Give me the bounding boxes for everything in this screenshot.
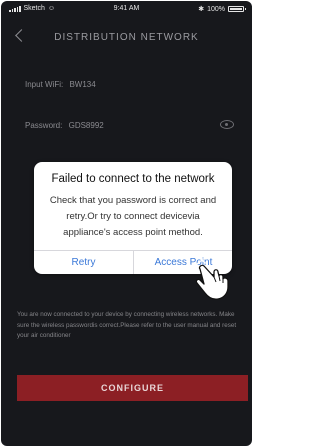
- wifi-value[interactable]: BW134: [69, 80, 95, 89]
- info-text: You are now connected to your device by …: [17, 311, 237, 339]
- eye-icon[interactable]: [220, 120, 234, 129]
- nav-bar: DISTRIBUTION NETWORK: [1, 27, 252, 49]
- status-right: ✱ 100%: [198, 5, 246, 13]
- configure-button[interactable]: CONFIGURE: [17, 375, 248, 401]
- page-title: DISTRIBUTION NETWORK: [54, 32, 199, 43]
- phone-screen: Sketch ☺ 9:41 AM ✱ 100% DISTRIBUTION NET…: [1, 1, 252, 446]
- retry-button[interactable]: Retry: [34, 251, 133, 274]
- dialog-title: Failed to connect to the network: [51, 173, 215, 185]
- wifi-field[interactable]: Input WiFi: BW134: [25, 80, 236, 96]
- password-field[interactable]: Password: GDS8992: [25, 120, 236, 137]
- battery-icon: [228, 6, 246, 12]
- password-value[interactable]: GDS8992: [69, 121, 104, 130]
- battery-percent: 100%: [207, 5, 225, 13]
- dialog-message: Check that you password is correct and r…: [49, 195, 217, 238]
- tap-hand-icon: [189, 259, 229, 300]
- bluetooth-icon: ✱: [198, 6, 205, 13]
- password-label: Password:: [25, 121, 63, 130]
- wifi-label: Input WiFi:: [25, 80, 64, 89]
- status-bar: Sketch ☺ 9:41 AM ✱ 100%: [1, 1, 252, 19]
